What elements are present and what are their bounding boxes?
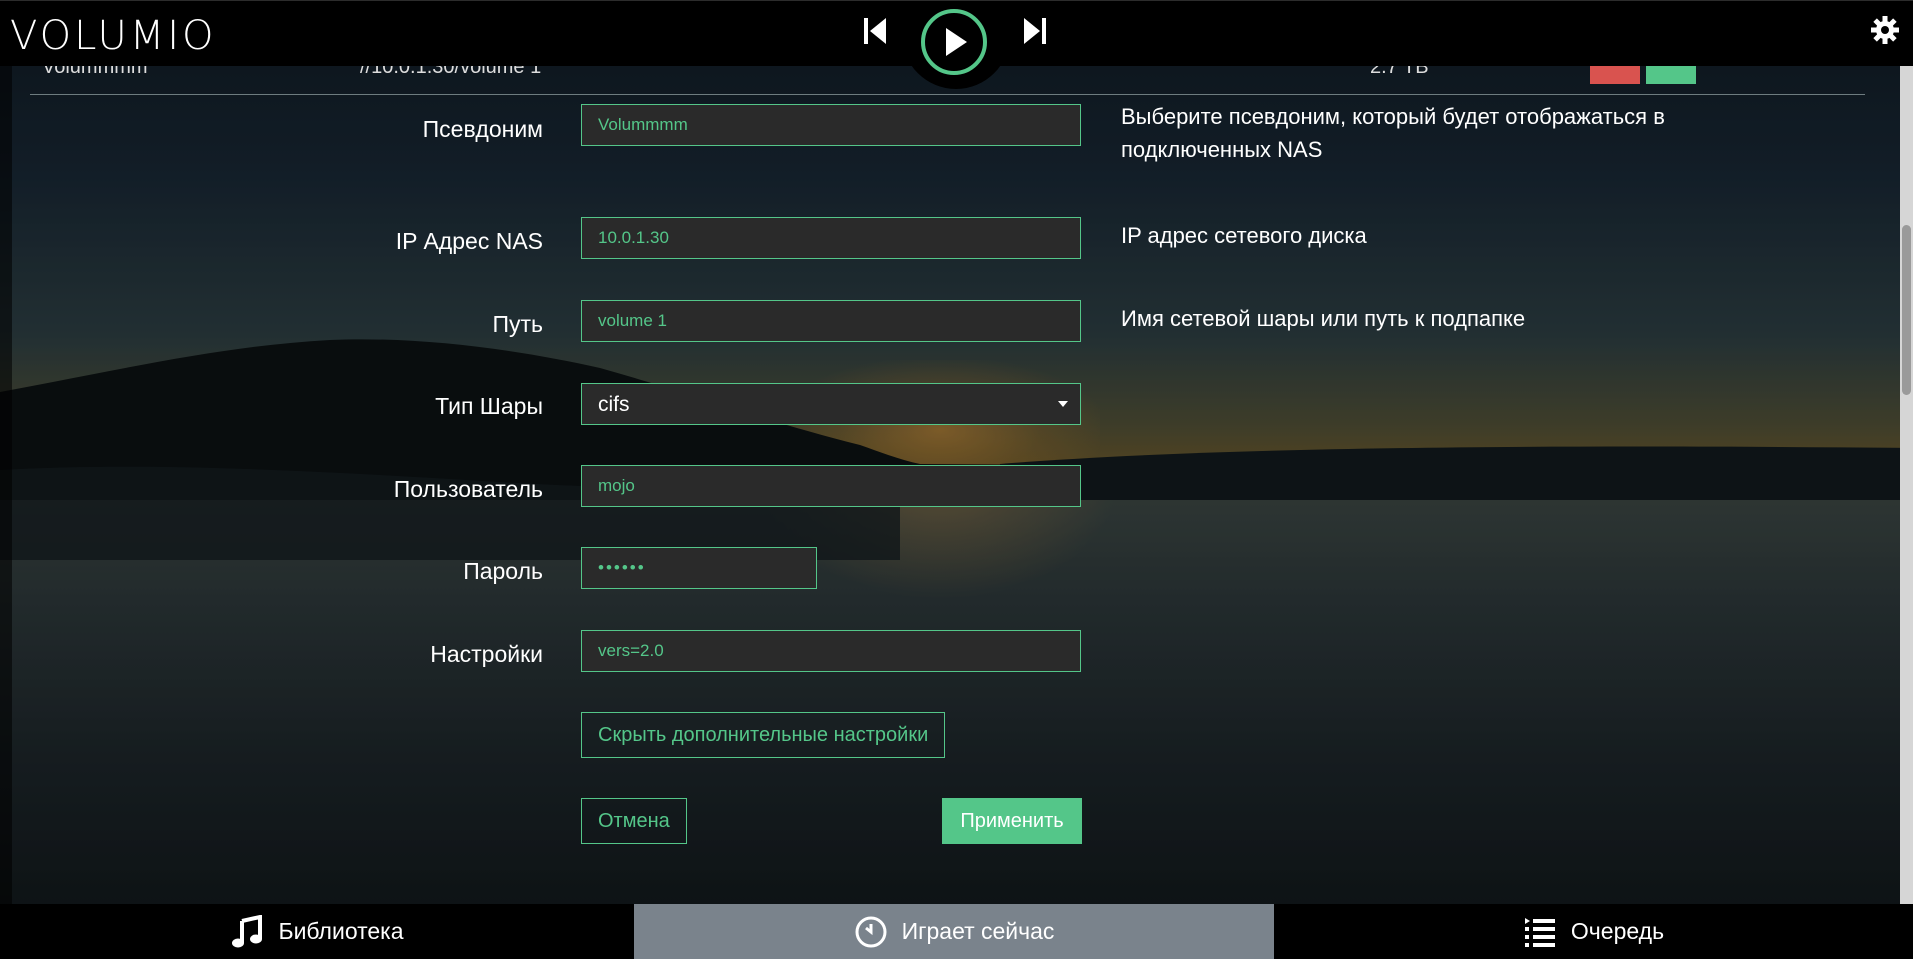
queue-list-icon bbox=[1524, 917, 1555, 947]
tab-library-label: Библиотека bbox=[278, 918, 404, 944]
tab-library[interactable]: Библиотека bbox=[0, 904, 634, 959]
share-type-value: cifs bbox=[598, 393, 630, 416]
tab-queue[interactable]: Очередь bbox=[1274, 904, 1913, 959]
cancel-button[interactable]: Отмена bbox=[581, 798, 687, 844]
play-icon bbox=[946, 28, 967, 56]
password-input[interactable] bbox=[581, 547, 817, 589]
options-label: Настройки bbox=[430, 641, 543, 667]
alias-input[interactable] bbox=[581, 104, 1081, 146]
volumio-logo[interactable]: VOLUMIO bbox=[10, 13, 217, 59]
path-label: Путь bbox=[492, 311, 543, 337]
ip-help: IP адрес сетевого диска bbox=[1121, 223, 1367, 248]
previous-track-button[interactable] bbox=[858, 13, 892, 49]
play-button[interactable] bbox=[921, 9, 987, 75]
clock-icon bbox=[855, 916, 887, 947]
options-input[interactable] bbox=[581, 630, 1081, 672]
top-bar: VOLUMIO bbox=[0, 0, 1913, 89]
ip-label: IP Адрес NAS bbox=[395, 228, 543, 254]
path-help: Имя сетевой шары или путь к подпапке bbox=[1121, 306, 1526, 331]
share-type-select[interactable]: cifs bbox=[581, 383, 1081, 425]
bottom-nav: Библиотека Играет сейчас Очередь bbox=[0, 904, 1913, 959]
prev-icon bbox=[864, 18, 886, 44]
settings-gear-button[interactable] bbox=[1870, 15, 1900, 45]
gear-icon bbox=[1871, 16, 1899, 44]
share-type-label: Тип Шары bbox=[435, 393, 543, 419]
tab-queue-label: Очередь bbox=[1570, 918, 1665, 944]
tab-now-playing-label: Играет сейчас bbox=[901, 918, 1055, 944]
path-input[interactable] bbox=[581, 300, 1081, 342]
music-note-icon bbox=[232, 914, 263, 947]
left-edge-strip bbox=[0, 65, 12, 905]
next-icon bbox=[1024, 18, 1046, 44]
vertical-scrollbar[interactable] bbox=[1900, 65, 1913, 905]
user-input[interactable] bbox=[581, 465, 1081, 507]
hide-advanced-settings-button[interactable]: Скрыть дополнительные настройки bbox=[581, 712, 946, 758]
alias-help: Выберите псевдоним, который будет отобра… bbox=[1121, 104, 1665, 162]
scrollbar-thumb[interactable] bbox=[1902, 225, 1911, 395]
next-track-button[interactable] bbox=[1018, 13, 1052, 49]
alias-label: Псевдоним bbox=[422, 116, 543, 142]
tab-now-playing[interactable]: Играет сейчас bbox=[634, 904, 1274, 959]
ip-input[interactable] bbox=[581, 217, 1081, 259]
password-label: Пароль bbox=[463, 558, 543, 584]
user-label: Пользователь bbox=[393, 476, 543, 502]
apply-button[interactable]: Применить bbox=[942, 798, 1082, 844]
chevron-down-icon bbox=[1058, 401, 1068, 407]
